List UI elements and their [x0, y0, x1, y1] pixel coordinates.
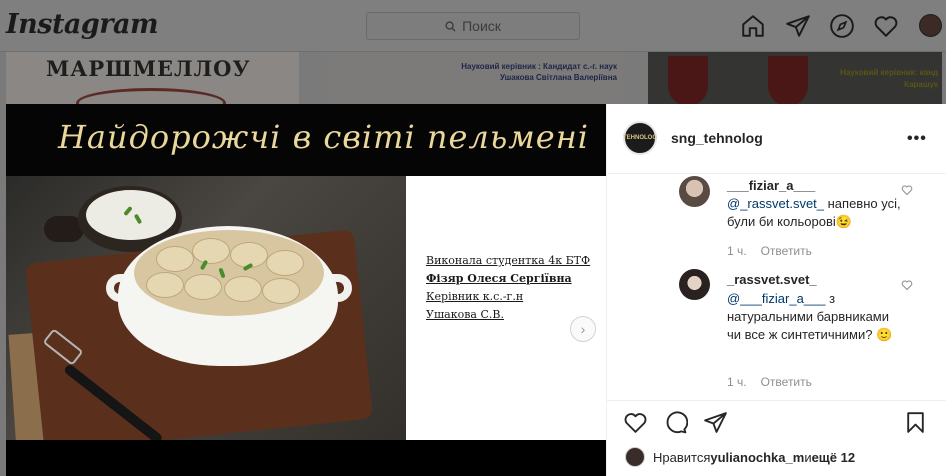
comment-meta: 1 ч. Ответить	[727, 244, 826, 258]
save-bookmark-icon[interactable]	[903, 410, 928, 435]
liker-username[interactable]: yulianochka_m	[710, 450, 804, 465]
explore-icon[interactable]	[829, 13, 855, 39]
slide-info-panel: Виконала студентка 4к БТФ Фізяр Олеся Се…	[406, 176, 606, 440]
comment-like-icon[interactable]	[901, 184, 913, 196]
post-banner: Найдорожчі в світі пельмені	[6, 104, 606, 176]
like-icon[interactable]	[623, 410, 648, 435]
comment-text: @___fiziar_a___ з натуральними барвникам…	[727, 290, 905, 344]
commenter-avatar[interactable]	[679, 176, 710, 207]
feed-post-text: Науковий керівник: канд	[840, 68, 938, 77]
glass-illustration	[768, 56, 808, 104]
dumpling	[184, 274, 222, 300]
instagram-logo[interactable]: Instagram	[6, 9, 159, 40]
glass-illustration	[668, 56, 708, 104]
likes-and: и	[804, 449, 812, 465]
comment-username[interactable]: _rassvet.svet_	[727, 272, 817, 287]
comment-time: 1 ч.	[727, 375, 747, 389]
search-input[interactable]: Поиск	[366, 12, 580, 40]
direct-icon[interactable]	[785, 13, 811, 39]
search-icon	[445, 20, 456, 32]
comment-like-icon[interactable]	[901, 279, 913, 291]
comment-username[interactable]: ___fiziar_a___	[727, 178, 815, 193]
home-icon[interactable]	[740, 13, 766, 39]
feed-post-thumbnail: МАРШМЕЛЛОУ	[6, 52, 299, 104]
post-media[interactable]: Найдорожчі в світі пельмені Виконала сту…	[6, 104, 606, 476]
feed-post-text: Науковий керівник : Кандидат с.-г. наук	[461, 62, 617, 71]
share-icon[interactable]	[703, 410, 728, 435]
likes-summary: Нравится yulianochka_m и ещё 12	[625, 447, 855, 467]
dumpling	[262, 278, 300, 304]
comment-icon[interactable]	[663, 410, 688, 435]
reply-button[interactable]: Ответить	[761, 244, 812, 258]
commenter-avatar[interactable]	[679, 269, 710, 300]
feed-post-text: Карашук	[904, 80, 938, 89]
dumpling	[156, 246, 194, 272]
feed-post-text: Ушакова Світлана Валеріївна	[499, 73, 617, 82]
sour-cream	[86, 190, 176, 240]
more-options-button[interactable]: •••	[907, 130, 927, 148]
likes-prefix: Нравится	[653, 449, 711, 465]
dumpling	[224, 276, 262, 302]
search-placeholder: Поиск	[462, 18, 501, 34]
author-avatar[interactable]: TEHNOLOG	[623, 121, 657, 155]
bowl-illustration	[76, 88, 226, 104]
feed-post-title: МАРШМЕЛЛОУ	[46, 56, 251, 81]
comment-meta: 1 ч. Ответить	[727, 375, 826, 389]
likes-count-link[interactable]: ещё 12	[812, 450, 856, 465]
banner-title: Найдорожчі в світі пельмені	[58, 118, 590, 156]
dumplings-photo	[6, 176, 406, 440]
liker-avatar[interactable]	[625, 447, 645, 467]
comment-time: 1 ч.	[727, 244, 747, 258]
dumpling	[192, 238, 230, 264]
top-navbar: Instagram Поиск	[0, 0, 946, 52]
slide-text: Фізяр Олеся Сергіївна	[426, 272, 572, 285]
feed-post-thumbnail: Науковий керівник : Кандидат с.-г. наук …	[327, 52, 623, 104]
post-side-panel: TEHNOLOG sng_tehnolog ••• ___fiziar_a___…	[606, 104, 946, 476]
author-avatar-label: TEHNOLOG	[623, 135, 657, 141]
activity-icon[interactable]	[873, 13, 899, 39]
comment-mention[interactable]: @___fiziar_a___	[727, 291, 825, 306]
feed-post-thumbnail: Науковий керівник: канд Карашук	[648, 52, 942, 104]
dumpling	[266, 250, 304, 276]
post-actions-bar: Нравится yulianochka_m и ещё 12	[607, 400, 946, 476]
slide-text: Керівник к.с.-г.н	[426, 290, 524, 303]
author-username[interactable]: sng_tehnolog	[671, 130, 763, 146]
reply-button[interactable]: Ответить	[761, 375, 812, 389]
profile-avatar[interactable]	[919, 14, 942, 37]
dumpling	[146, 272, 184, 298]
next-slide-button[interactable]: ›	[570, 316, 596, 342]
post-header: TEHNOLOG sng_tehnolog •••	[607, 104, 946, 174]
slide-text: Виконала студентка 4к БТФ	[426, 254, 591, 267]
comment-text: @_rassvet.svet_ напевно усі, були би кол…	[727, 195, 905, 231]
comment-mention[interactable]: @_rassvet.svet_	[727, 196, 824, 211]
slide-text: Ушакова С.В.	[426, 308, 504, 321]
chevron-right-icon: ›	[580, 321, 586, 337]
